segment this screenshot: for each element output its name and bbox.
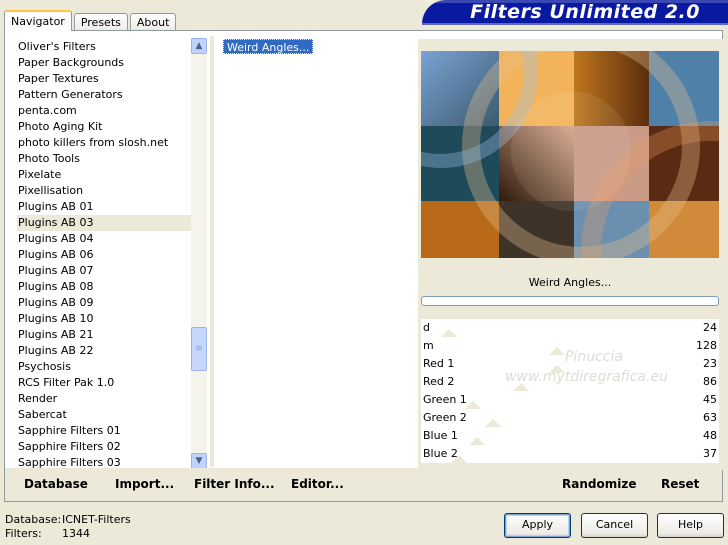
- param-row[interactable]: Blue 2 37: [421, 445, 719, 463]
- tab-strip: Navigator Presets About: [4, 10, 178, 31]
- apply-button[interactable]: Apply: [504, 513, 571, 538]
- param-row[interactable]: d 24: [421, 319, 719, 337]
- category-scrollbar[interactable]: ▲ ≡ ▼: [191, 38, 207, 469]
- param-value: 63: [703, 411, 717, 424]
- slider-knob[interactable]: [441, 329, 457, 337]
- slider-knob[interactable]: [451, 455, 467, 463]
- preview-image: [421, 51, 719, 258]
- progress-bar: [421, 296, 719, 306]
- app-title-banner: Filters Unlimited 2.0: [422, 0, 728, 25]
- category-item[interactable]: Sapphire Filters 01: [17, 423, 193, 439]
- tab-presets[interactable]: Presets: [73, 13, 128, 31]
- category-item[interactable]: Photo Tools: [17, 151, 193, 167]
- tab-about[interactable]: About: [129, 13, 177, 31]
- param-label: Blue 1: [423, 429, 458, 442]
- param-label: Green 1: [423, 393, 467, 406]
- category-item[interactable]: Plugins AB 22: [17, 343, 193, 359]
- scroll-up-button[interactable]: ▲: [191, 38, 207, 54]
- category-item[interactable]: RCS Filter Pak 1.0: [17, 375, 193, 391]
- category-item[interactable]: Oliver's Filters: [17, 39, 193, 55]
- watermark-url: www.mytdiregrafica.eu: [505, 369, 668, 385]
- navigator-panel: Oliver's Filters Paper Backgrounds Paper T…: [4, 30, 723, 502]
- category-item[interactable]: Plugins AB 07: [17, 263, 193, 279]
- scroll-down-button[interactable]: ▼: [191, 453, 207, 469]
- category-item[interactable]: Plugins AB 06: [17, 247, 193, 263]
- filter-list[interactable]: Weird Angles...: [223, 39, 413, 54]
- category-item[interactable]: Pixellisation: [17, 183, 193, 199]
- category-item[interactable]: Photo Aging Kit: [17, 119, 193, 135]
- category-item[interactable]: Sabercat: [17, 407, 193, 423]
- param-value: 86: [703, 375, 717, 388]
- category-item[interactable]: Pixelate: [17, 167, 193, 183]
- randomize-button[interactable]: Randomize: [562, 477, 636, 491]
- pane-divider: [210, 36, 214, 467]
- category-item[interactable]: Render: [17, 391, 193, 407]
- category-item[interactable]: Plugins AB 03: [17, 215, 193, 231]
- category-item[interactable]: Plugins AB 04: [17, 231, 193, 247]
- help-button[interactable]: Help: [657, 513, 724, 538]
- import-button[interactable]: Import...: [115, 477, 174, 491]
- param-value: 24: [703, 321, 717, 334]
- param-label: Red 2: [423, 375, 455, 388]
- database-info: Database:ICNET-Filters Filters: 1344: [5, 513, 131, 541]
- param-row[interactable]: Green 2 63: [421, 409, 719, 427]
- category-item[interactable]: Pattern Generators: [17, 87, 193, 103]
- param-row[interactable]: Blue 1 48: [421, 427, 719, 445]
- param-value: 128: [696, 339, 717, 352]
- param-value: 37: [703, 447, 717, 460]
- category-item[interactable]: Plugins AB 01: [17, 199, 193, 215]
- database-button[interactable]: Database: [24, 477, 88, 491]
- param-row[interactable]: Green 1 45: [421, 391, 719, 409]
- cancel-button[interactable]: Cancel: [581, 513, 648, 538]
- param-label: d: [423, 321, 430, 334]
- category-item[interactable]: photo killers from slosh.net: [17, 135, 193, 151]
- category-item[interactable]: Paper Textures: [17, 71, 193, 87]
- reset-button[interactable]: Reset: [661, 477, 699, 491]
- category-item[interactable]: Plugins AB 10: [17, 311, 193, 327]
- category-item[interactable]: Paper Backgrounds: [17, 55, 193, 71]
- filter-info-button[interactable]: Filter Info...: [194, 477, 275, 491]
- editor-button[interactable]: Editor...: [291, 477, 344, 491]
- parameter-sliders: d 24 m 128 Red 1 23 Red 2 86 Green 1 45 Green 2 63 B…: [421, 319, 719, 463]
- param-value: 23: [703, 357, 717, 370]
- slider-knob[interactable]: [465, 401, 481, 409]
- filter-settings-pane: Weird Angles... d 24 m 128 Red 1 23 Red 2 86 Gre…: [418, 39, 723, 470]
- slider-knob[interactable]: [469, 437, 485, 445]
- param-value: 48: [703, 429, 717, 442]
- category-item[interactable]: Psychosis: [17, 359, 193, 375]
- slider-knob[interactable]: [485, 419, 501, 427]
- category-list[interactable]: Oliver's Filters Paper Backgrounds Paper T…: [17, 39, 193, 471]
- watermark-name: Pinuccia: [565, 349, 623, 365]
- filter-item-weird-angles[interactable]: Weird Angles...: [223, 39, 314, 54]
- database-label: Database:: [5, 513, 62, 526]
- category-item[interactable]: Sapphire Filters 02: [17, 439, 193, 455]
- category-item[interactable]: Plugins AB 08: [17, 279, 193, 295]
- category-item[interactable]: Plugins AB 09: [17, 295, 193, 311]
- action-bar: Database Import... Filter Info... Editor…: [5, 468, 722, 501]
- param-label: Red 1: [423, 357, 455, 370]
- database-value: ICNET-Filters: [62, 513, 131, 526]
- param-label: Green 2: [423, 411, 467, 424]
- category-item[interactable]: penta.com: [17, 103, 193, 119]
- filter-name-label: Weird Angles...: [528, 276, 612, 289]
- slider-knob[interactable]: [549, 347, 565, 355]
- category-item[interactable]: Plugins AB 21: [17, 327, 193, 343]
- scroll-thumb[interactable]: ≡: [191, 327, 207, 371]
- tab-navigator[interactable]: Navigator: [4, 10, 72, 31]
- filters-count-value: 1344: [62, 527, 90, 540]
- filters-count-label: Filters:: [5, 527, 42, 540]
- param-value: 45: [703, 393, 717, 406]
- param-label: m: [423, 339, 434, 352]
